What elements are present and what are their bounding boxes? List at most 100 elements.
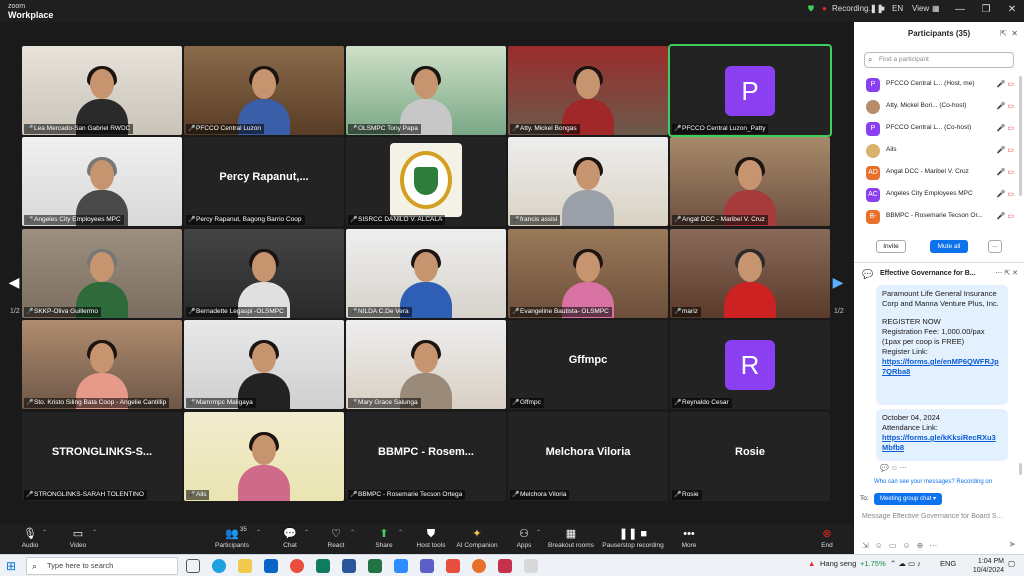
participants-button[interactable]: 👥 35 Participants ⌃ bbox=[202, 526, 262, 554]
windows-start-icon[interactable]: ⊞ bbox=[6, 559, 20, 573]
participant-name-label: 🎤 Evangeline Bautista- OLSMPC bbox=[510, 307, 612, 317]
app-icon-red[interactable] bbox=[446, 559, 460, 573]
participant-row[interactable]: P PFCCO Central L... (Host, me) 🎤 ▭ bbox=[854, 74, 1018, 96]
video-tile[interactable]: 🎤 Evangeline Bautista- OLSMPC bbox=[508, 229, 668, 318]
participant-row[interactable]: AD Angat DCC - Maribel V. Cruz 🎤 ▭ bbox=[854, 162, 1018, 184]
video-tile[interactable]: Gffmpc 🎤 Gffmpc bbox=[508, 320, 668, 409]
video-tile[interactable]: Melchora Viloria 🎤 Melchora Viloria bbox=[508, 412, 668, 501]
video-tile[interactable]: Percy Rapanut,... 🎤 Percy Rapanut, Bagong … bbox=[184, 137, 344, 226]
mail-icon[interactable] bbox=[264, 559, 278, 573]
video-tile[interactable]: P 🎤 PFCCO Central Luzon_Patty bbox=[668, 44, 832, 137]
breakout-rooms-button[interactable]: ▦ Breakout rooms bbox=[541, 526, 601, 554]
language-indicator[interactable]: ENG bbox=[940, 559, 956, 568]
stock-name[interactable]: Hang seng bbox=[820, 559, 856, 568]
to-label: To: bbox=[860, 495, 869, 502]
chat-visibility-notice[interactable]: Who can see your messages? Recording on bbox=[874, 479, 992, 485]
video-tile[interactable]: 🎤 Mary Grace Salunga bbox=[346, 320, 506, 409]
invite-button[interactable]: Invite bbox=[876, 240, 906, 253]
end-meeting-button[interactable]: ⊗ End bbox=[797, 526, 857, 554]
participant-name: Atty. Mickel Bongas bbox=[520, 125, 577, 132]
excel-icon[interactable] bbox=[368, 559, 382, 573]
word-icon[interactable] bbox=[342, 559, 356, 573]
participant-scrollbar[interactable] bbox=[1019, 76, 1022, 196]
restore-icon[interactable]: ❐ bbox=[976, 3, 996, 17]
video-tile[interactable]: 🎤 Mamrmpc Maligaya bbox=[184, 320, 344, 409]
participant-row[interactable]: P PFCCO Central L... (Co-host) 🎤 ▭ bbox=[854, 118, 1018, 140]
video-tile[interactable]: 🎤 Atty. Mickel Bongas bbox=[508, 46, 668, 135]
mic-muted-icon: 🎤 bbox=[674, 400, 682, 406]
previous-page-arrow[interactable]: ◀ bbox=[6, 262, 22, 302]
chat-scrollbar[interactable] bbox=[1019, 463, 1022, 475]
edge-browser-icon[interactable] bbox=[212, 559, 226, 573]
video-tile[interactable]: 🎤 NILDA C.De Vera bbox=[346, 229, 506, 318]
more-button[interactable]: ••• More bbox=[659, 526, 719, 554]
notification-icon[interactable]: ▢ bbox=[1008, 559, 1015, 568]
video-tile[interactable]: 🎤 francis assisi bbox=[508, 137, 668, 226]
video-tile[interactable]: BBMPC - Rosem... 🎤 BBMPC - Rosemarie Tecso… bbox=[346, 412, 506, 501]
publisher-icon[interactable] bbox=[316, 559, 330, 573]
tray-icons[interactable]: ⌃ ☁ ▭ ♪ bbox=[890, 559, 921, 568]
chat-message-2: October 04, 2024 Attendance Link: https:… bbox=[876, 409, 1008, 461]
mute-all-button[interactable]: Mute all bbox=[930, 240, 968, 253]
video-tile[interactable]: 🎤 PFCCO Central Luzon bbox=[184, 46, 344, 135]
chat-format-tools[interactable]: ⇲☺▭☺⊕⋯ bbox=[862, 541, 943, 550]
chat-message-input[interactable]: Message Effective Governance for Board S… bbox=[862, 513, 1020, 520]
attendance-link[interactable]: https://forms.gle/kKksiRecRXu3Mbfb8 bbox=[882, 433, 996, 452]
recording-label[interactable]: Recording... bbox=[832, 4, 875, 13]
video-tile[interactable]: R 🎤 Reynaldo Cesar bbox=[670, 320, 830, 409]
participant-row[interactable]: B- BBMPC - Rosemarie Tecson Or... 🎤 ▭ bbox=[854, 206, 1018, 228]
video-tile[interactable]: Rosie 🎤 Rosie bbox=[670, 412, 830, 501]
chrome-icon[interactable] bbox=[290, 559, 304, 573]
register-link[interactable]: https://forms.gle/enMP6QWFRJp7QRba8 bbox=[882, 357, 999, 376]
stop-recording-icon[interactable]: ■ bbox=[880, 4, 885, 13]
video-tile[interactable]: 🎤 SISRCC DANILO V. ALCALA bbox=[346, 137, 506, 226]
pause-stop-recording-button[interactable]: ❚❚ ■ Pause/stop recording bbox=[598, 526, 668, 554]
zoom-app-icon[interactable] bbox=[394, 559, 408, 573]
logo-line2: Workplace bbox=[8, 10, 54, 20]
participant-avatar: P bbox=[866, 78, 880, 92]
video-tile[interactable]: STRONGLINKS-S... 🎤 STRONGLINKS-SARAH TOLEN… bbox=[22, 412, 182, 501]
video-tile[interactable]: 🎤 Sto. Kristo Siling Bata Coop - Angelie … bbox=[22, 320, 182, 409]
language-label[interactable]: EN bbox=[892, 4, 903, 13]
app-icon-orange[interactable] bbox=[472, 559, 486, 573]
video-tile[interactable]: 🎤 Angat DCC - Maribel V. Cruz bbox=[670, 137, 830, 226]
app-icon[interactable] bbox=[420, 559, 434, 573]
view-button[interactable]: View bbox=[912, 4, 929, 13]
close-icon[interactable]: ✕ bbox=[1002, 3, 1022, 17]
chat-header-icons[interactable]: ⋯ ⇱ ✕ bbox=[995, 269, 1018, 277]
panel-popout-close-icons[interactable]: ⇱ ✕ bbox=[1000, 29, 1018, 38]
video-tile[interactable]: 🎤 mariz bbox=[670, 229, 830, 318]
chevron-up-icon[interactable]: ⌃ bbox=[42, 529, 47, 536]
file-explorer-icon[interactable] bbox=[238, 559, 252, 573]
minimize-icon[interactable]: — bbox=[950, 3, 970, 17]
mic-muted-icon: 🎤 bbox=[674, 492, 682, 498]
video-tile[interactable]: 🎤 OLSMPC Tony Papa bbox=[346, 46, 506, 135]
participant-avatar: AC bbox=[866, 188, 880, 202]
message-reaction-icons[interactable]: 💬 ☺ ⋯ bbox=[880, 464, 907, 472]
send-icon[interactable]: ➤ bbox=[1008, 539, 1016, 550]
shield-icon[interactable]: ⛊ bbox=[808, 4, 814, 14]
video-tile[interactable]: 🎤 Bernadette Legaspi -OLSMPC bbox=[184, 229, 344, 318]
powerpoint-icon[interactable] bbox=[498, 559, 512, 573]
next-page-arrow[interactable]: ▶ bbox=[830, 262, 846, 302]
video-button[interactable]: ▭ Video ⌃ bbox=[48, 526, 108, 554]
chevron-up-icon[interactable]: ⌃ bbox=[92, 529, 97, 536]
video-label: Video bbox=[69, 542, 87, 549]
video-tile[interactable]: 🎤 Lea Mercado-San Gabriel RWDC bbox=[22, 46, 182, 135]
video-tile[interactable]: 🎤 SKKP-Oliva Guillermo bbox=[22, 229, 182, 318]
taskbar-clock[interactable]: 1:04 PM 10/4/2024 bbox=[960, 557, 1004, 575]
taskbar-search-input[interactable]: ⌕ Type here to search bbox=[26, 557, 178, 575]
participant-search-input[interactable]: ⌕ Find a participant bbox=[864, 52, 1014, 68]
participant-name: PFCCO Central Luzon bbox=[196, 125, 262, 132]
chat-message-1: Paramount Life General Insurance Corp an… bbox=[876, 285, 1008, 405]
participant-row[interactable]: Atty. Mickel Bori... (Co-host) 🎤 ▭ bbox=[854, 96, 1018, 118]
video-tile[interactable]: 🎤 Angeles City Employees MPC bbox=[22, 137, 182, 226]
task-view-icon[interactable] bbox=[186, 559, 200, 573]
video-tile[interactable]: 🎤 Ails bbox=[184, 412, 344, 501]
participants-more-button[interactable]: ... bbox=[988, 240, 1002, 253]
participant-row[interactable]: AC Angeles City Employees MPC 🎤 ▭ bbox=[854, 184, 1018, 206]
participant-row[interactable]: Ails 🎤 ▭ bbox=[854, 140, 1018, 162]
participant-name: OLSMPC Tony Papa bbox=[358, 125, 418, 132]
app-icon-grey[interactable] bbox=[524, 559, 538, 573]
recipient-select[interactable]: Meeting group chat ▾ bbox=[874, 493, 943, 505]
